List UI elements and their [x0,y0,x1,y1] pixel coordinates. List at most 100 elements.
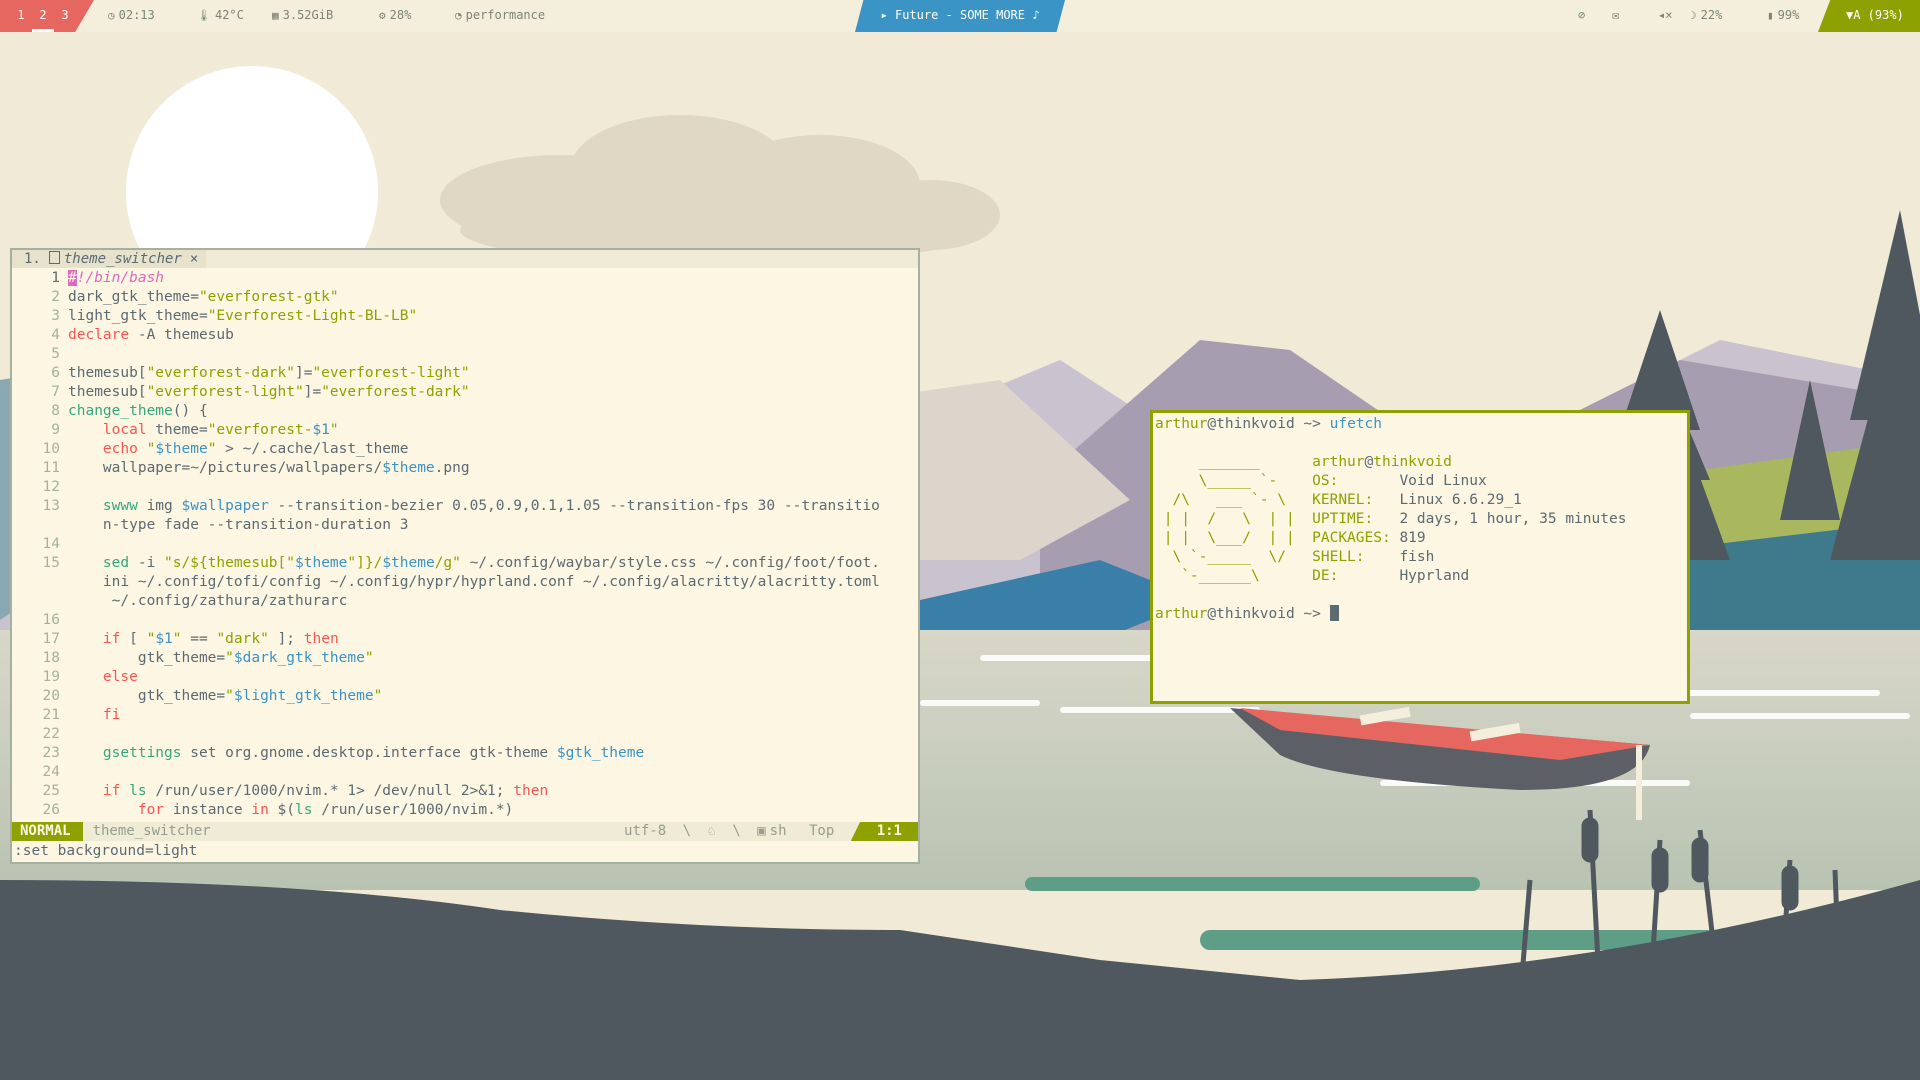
code-line[interactable]: 21 fi [12,706,918,725]
code-text: themesub["everforest-light"]="everforest… [68,384,470,400]
temperature-value: 42°C [214,8,244,22]
nvim-statusline: NORMAL theme_switcher utf-8 \ ♘ \ ▣ sh Top… [12,822,918,841]
code-line[interactable]: 23 gsettings set org.gnome.desktop.inter… [12,744,918,763]
line-number: 7 [51,384,60,400]
prompt-line: arthur@thinkvoid ~> ufetch [1155,416,1383,432]
idle-inhibitor-icon[interactable]: ⊘ [1578,0,1585,32]
code-line[interactable]: 18 gtk_theme="$dark_gtk_theme" [12,649,918,668]
power-profile-module[interactable]: ◔ performance [455,0,545,32]
line-number: 23 [42,745,60,761]
line-number: 9 [51,422,60,438]
void-logo-ascii: /\ ___ `- \ [1155,492,1313,508]
fetch-line: `-______\ DE: Hyprland [1155,567,1687,586]
memory-module[interactable]: ▦ 3.52GiB [272,0,333,32]
code-text: #!/bin/bash [68,270,165,286]
prompt-user: arthur [1155,606,1208,622]
line-number: 10 [42,441,60,457]
code-line[interactable]: 17 if [ "$1" == "dark" ]; then [12,630,918,649]
clock-module[interactable]: ◷ 02:13 [108,0,155,32]
code-line[interactable]: 12 [12,478,918,497]
tab-close-button[interactable]: × [190,251,198,267]
code-line[interactable]: 15 sed -i "s/${themesub["$theme"]}/$them… [12,554,918,573]
code-text: change_theme() { [68,403,208,419]
status-position: Top [808,823,835,839]
terminal-window[interactable]: arthur@thinkvoid ~> ufetch _______ arthu… [1150,410,1690,704]
code-line[interactable]: 6 themesub["everforest-dark"]="everforest… [12,364,918,383]
media-player[interactable]: ▸ Future - SOME MORE ♪ [855,0,1065,32]
code-line[interactable]: 10 echo "$theme" > ~/.cache/last_theme [12,440,918,459]
code-line[interactable]: 7 themesub["everforest-light"]="everfores… [12,383,918,402]
code-line[interactable]: ~/.config/zathura/zathurarc [12,592,918,611]
code-line[interactable]: 4 declare -A themesub [12,326,918,345]
code-text: gsettings set org.gnome.desktop.interfac… [102,745,645,761]
code-line[interactable]: 16 [12,611,918,630]
prompt-suffix: ~> [1294,606,1330,622]
notification-icon[interactable]: ✉ [1612,0,1619,32]
code-line[interactable]: 25 if ls /run/user/1000/nvim.* 1> /dev/n… [12,782,918,801]
fetch-label: PACKAGES: [1312,530,1400,546]
brightness-module[interactable]: ☽ 22% [1690,0,1722,32]
line-number: 25 [42,783,60,799]
code-line[interactable]: 14 [12,535,918,554]
code-text: echo "$theme" > ~/.cache/last_theme [102,441,409,457]
media-title: ▸ Future - SOME MORE ♪ [880,8,1040,22]
brightness-value: 22% [1700,8,1723,22]
code-text: else [102,669,138,685]
tab-index: 1. [24,251,41,267]
fetch-value: Hyprland [1399,568,1470,584]
neovim-window[interactable]: 1. theme_switcher × 1 #!/bin/bash 2 dark_gtk_… [10,248,920,864]
nvim-command-line[interactable]: :set background=light [12,842,197,861]
battery-module[interactable]: ▮ 99% [1767,0,1799,32]
code-line[interactable]: 11 wallpaper=~/pictures/wallpapers/$them… [12,459,918,478]
code-line[interactable]: 2 dark_gtk_theme="everforest-gtk" [12,288,918,307]
void-logo-ascii: \_____ `- [1155,473,1313,489]
line-number: 1 [51,270,60,286]
code-text: gtk_theme="$dark_gtk_theme" [68,650,374,666]
code-line[interactable]: n-type fade --transition-duration 3 [12,516,918,535]
fetch-value: 2 days, 1 hour, 35 minutes [1399,511,1627,527]
code-line[interactable]: 20 gtk_theme="$light_gtk_theme" [12,687,918,706]
prompt-host: thinkvoid [1216,606,1295,622]
tab-filename: theme_switcher [63,251,182,267]
temperature-module[interactable]: 🌡︎ 42°C [197,0,244,32]
workspace-3[interactable]: 3 [54,0,76,30]
prompt-host: thinkvoid [1216,416,1295,432]
code-line[interactable]: 19 else [12,668,918,687]
code-line[interactable]: 5 [12,345,918,364]
status-separator: \ [732,823,741,839]
workspace-1[interactable]: 1 [10,0,32,30]
code-line[interactable]: 1 #!/bin/bash [12,269,918,288]
line-number: 21 [42,707,60,723]
code-line[interactable]: 26 for instance in $(ls /run/user/1000/n… [12,801,918,820]
cpu-icon: ⚙ [379,9,386,22]
line-number: 6 [51,365,60,381]
fetch-user: arthur [1312,454,1365,470]
nvim-tab[interactable]: 1. theme_switcher × [12,250,207,268]
mute-icon[interactable]: ◂× [1658,0,1672,32]
power-profile-value: performance [465,8,546,22]
nvim-buffer[interactable]: 1 #!/bin/bash 2 dark_gtk_theme="everforest-… [12,269,918,820]
fetch-line: \ `-_____ \/ SHELL: fish [1155,548,1687,567]
status-filetype: sh [769,823,787,839]
code-line[interactable]: 24 [12,763,918,782]
nvim-tabline: 1. theme_switcher × [12,250,918,268]
code-line[interactable]: ini ~/.config/tofi/config ~/.config/hypr… [12,573,918,592]
fetch-line: _______ arthur@thinkvoid [1155,454,1452,470]
file-icon [48,251,60,264]
line-number: 12 [42,479,60,495]
network-value: A (93%) [1853,8,1904,22]
void-logo-ascii: | | \___/ | | [1155,530,1313,546]
workspace-2[interactable]: 2 [32,2,54,32]
code-line[interactable]: 8 change_theme() { [12,402,918,421]
network-module[interactable]: ▼A (93%) [1818,0,1920,32]
cpu-module[interactable]: ⚙ 28% [379,0,411,32]
status-separator: \ [682,823,692,839]
code-line[interactable]: 13 swww img $wallpaper --transition-bezi… [12,497,918,516]
fetch-line: \_____ `- OS: Void Linux [1155,472,1687,491]
code-line[interactable]: 22 [12,725,918,744]
code-line[interactable]: 3 light_gtk_theme="Everforest-Light-BL-LB… [12,307,918,326]
prompt-line-current[interactable]: arthur@thinkvoid ~> [1155,605,1687,624]
code-line[interactable]: 9 local theme="everforest-$1" [12,421,918,440]
line-number: 20 [42,688,60,704]
